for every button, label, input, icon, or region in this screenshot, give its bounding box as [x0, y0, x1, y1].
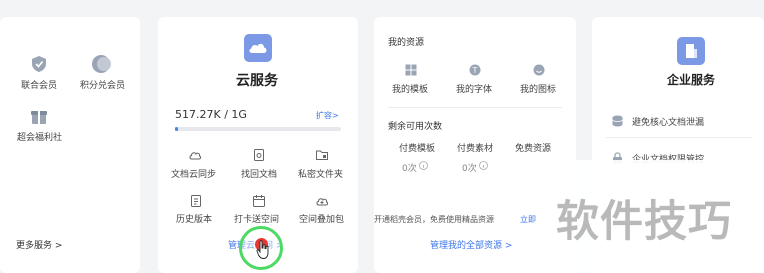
- feature-label: 文档云同步: [171, 170, 217, 180]
- gift-icon: [31, 111, 47, 124]
- shield-icon: [32, 56, 46, 72]
- emoji-icon: [533, 64, 545, 76]
- manage-resources-link[interactable]: 管理我的全部资源 >: [430, 238, 512, 251]
- member-item-label: 积分兑会员: [80, 81, 126, 91]
- quota-label: 付费素材: [457, 144, 494, 154]
- member-services-card: 联合会员 积分兑会员 超会福利社 更多服务 >: [0, 17, 140, 273]
- expand-storage-link[interactable]: 扩容>: [316, 110, 339, 121]
- quota-label: 付费模板: [399, 144, 436, 154]
- quota-label: 免费资源: [515, 144, 552, 154]
- recover-doc-icon: [254, 149, 264, 161]
- svg-text:T: T: [472, 66, 478, 75]
- private-folder-icon: [316, 150, 328, 160]
- history-icon: [191, 195, 201, 207]
- feature-label: 私密文件夹: [298, 170, 344, 180]
- cloud-title: 云服务: [236, 73, 278, 89]
- more-services-link[interactable]: 更多服务 >: [16, 238, 62, 251]
- promo-text: 开通稻壳会员，免费使用精品资源: [374, 215, 494, 224]
- cloud-badge: [244, 34, 272, 62]
- feature-label: 找回文档: [241, 170, 278, 180]
- quota-value: 0次: [462, 164, 477, 174]
- cloud-icon: [249, 43, 267, 53]
- member-item-label: 联合会员: [21, 81, 58, 91]
- feature-label: 历史版本: [176, 215, 213, 225]
- divider: [606, 137, 752, 138]
- watermark-text: 软件技巧: [556, 197, 732, 247]
- cloud-sync-icon: [189, 152, 202, 160]
- resource-item-label: 我的图标: [520, 85, 557, 95]
- resources-title: 我的资源: [388, 38, 425, 48]
- feature-label: 空间叠加包: [299, 215, 345, 225]
- resource-item-label: 我的字体: [456, 85, 493, 95]
- remaining-title: 剩余可用次数: [388, 122, 443, 132]
- promo-open-link[interactable]: 立即: [520, 214, 536, 225]
- font-icon: T: [469, 64, 481, 76]
- enterprise-item-label: 避免核心文档泄漏: [632, 118, 705, 128]
- info-icon[interactable]: [419, 161, 428, 170]
- space-pack-icon: [316, 198, 329, 206]
- database-icon: [612, 115, 623, 127]
- storage-progress-fill: [175, 127, 179, 131]
- divider: [388, 107, 562, 108]
- quota-value: 0次: [402, 164, 417, 174]
- mouse-pointer-icon: [256, 240, 269, 259]
- building-icon: [686, 44, 697, 58]
- resource-item-label: 我的模板: [392, 85, 429, 95]
- info-icon[interactable]: [479, 161, 488, 170]
- enterprise-title: 企业服务: [667, 73, 716, 87]
- storage-usage: 517.27K / 1G: [175, 108, 247, 121]
- feature-label: 打卡送空间: [234, 215, 280, 225]
- enterprise-badge: [677, 37, 705, 65]
- template-icon: [405, 64, 417, 76]
- storage-progress-bar: [175, 127, 341, 131]
- member-item-label: 超会福利社: [17, 133, 63, 143]
- coin-icon: [92, 55, 111, 73]
- checkin-calendar-icon: [253, 195, 265, 207]
